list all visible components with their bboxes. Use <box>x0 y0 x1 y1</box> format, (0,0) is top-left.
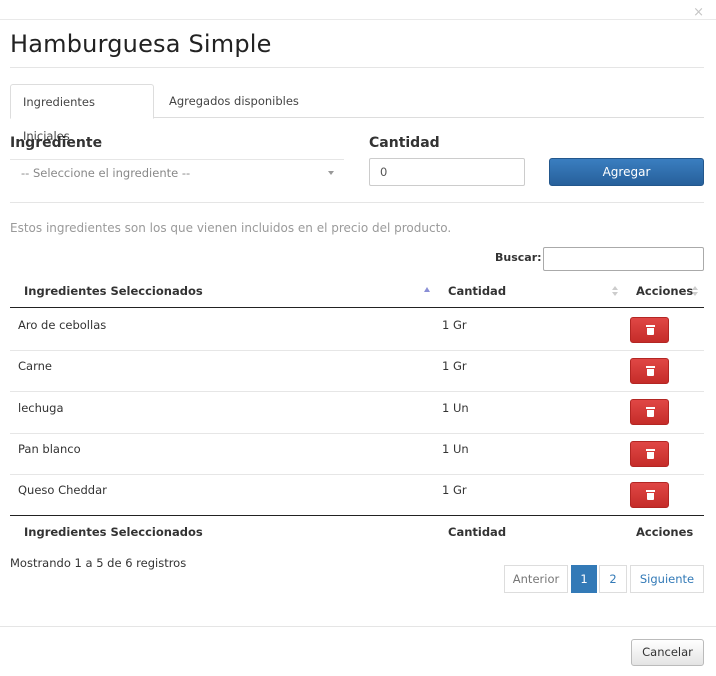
delete-button[interactable] <box>630 358 669 384</box>
table-footer-divider <box>10 515 704 516</box>
row-1-ingredient: Aro de cebollas <box>18 318 107 332</box>
footer-header-actions: Acciones <box>636 525 694 539</box>
tab-bar: Ingredientes Iniciales Agregados disponi… <box>10 84 704 143</box>
tab-ingredientes-iniciales[interactable]: Ingredientes Iniciales <box>10 84 154 143</box>
row-divider <box>10 474 704 475</box>
trash-icon <box>646 366 655 376</box>
cancel-button[interactable]: Cancelar <box>631 639 704 666</box>
title-divider <box>10 67 704 68</box>
row-4-ingredient: Pan blanco <box>18 442 81 456</box>
sort-icon[interactable] <box>692 286 698 297</box>
table-header-divider <box>10 307 704 308</box>
pagination-next[interactable]: Siguiente <box>630 565 704 593</box>
search-input[interactable] <box>543 247 704 271</box>
records-info: Mostrando 1 a 5 de 6 registros <box>10 556 187 570</box>
modal-top-bar: × <box>0 0 716 20</box>
trash-icon <box>646 449 655 459</box>
row-5-ingredient: Queso Cheddar <box>18 483 107 497</box>
delete-button[interactable] <box>630 441 669 467</box>
column-header-ingredient[interactable]: Ingredientes Seleccionados <box>24 284 203 298</box>
column-header-actions[interactable]: Acciones <box>636 284 693 298</box>
ingredient-select[interactable]: -- Seleccione el ingrediente -- <box>10 159 344 186</box>
row-3-ingredient: lechuga <box>18 401 64 415</box>
row-5-quantity: 1 Gr <box>442 483 467 497</box>
sort-icon[interactable] <box>612 286 618 297</box>
row-2-ingredient: Carne <box>18 359 52 373</box>
ingredient-select-placeholder: -- Seleccione el ingrediente -- <box>21 166 191 180</box>
trash-icon <box>646 407 655 417</box>
chevron-down-icon <box>328 171 334 175</box>
row-1-quantity: 1 Gr <box>442 318 467 332</box>
row-divider <box>10 433 704 434</box>
delete-button[interactable] <box>630 482 669 508</box>
hint-text: Estos ingredientes son los que vienen in… <box>10 221 452 235</box>
quantity-label: Cantidad <box>369 135 440 151</box>
row-divider <box>10 350 704 351</box>
footer-divider <box>0 626 716 627</box>
row-4-quantity: 1 Un <box>442 442 469 456</box>
quantity-input[interactable] <box>369 158 525 186</box>
column-header-quantity[interactable]: Cantidad <box>448 284 506 298</box>
pagination-page-1[interactable]: 1 <box>571 565 597 593</box>
row-2-quantity: 1 Gr <box>442 359 467 373</box>
tab-agregados-disponibles[interactable]: Agregados disponibles <box>157 84 311 118</box>
form-divider <box>10 202 704 203</box>
sort-asc-icon[interactable] <box>424 287 430 292</box>
trash-icon <box>646 325 655 335</box>
close-icon[interactable]: × <box>693 6 704 20</box>
pagination-previous[interactable]: Anterior <box>504 565 568 593</box>
delete-button[interactable] <box>630 317 669 343</box>
row-divider <box>10 391 704 392</box>
trash-icon <box>646 490 655 500</box>
pagination-page-2[interactable]: 2 <box>599 565 627 593</box>
footer-header-ingredient: Ingredientes Seleccionados <box>24 525 203 539</box>
footer-header-quantity: Cantidad <box>448 525 507 539</box>
row-3-quantity: 1 Un <box>442 401 469 415</box>
delete-button[interactable] <box>630 399 669 425</box>
search-label: Buscar: <box>495 251 542 264</box>
add-button[interactable]: Agregar <box>549 158 704 186</box>
modal-title: Hamburguesa Simple <box>10 30 272 58</box>
ingredient-label: Ingrediente <box>10 135 103 151</box>
